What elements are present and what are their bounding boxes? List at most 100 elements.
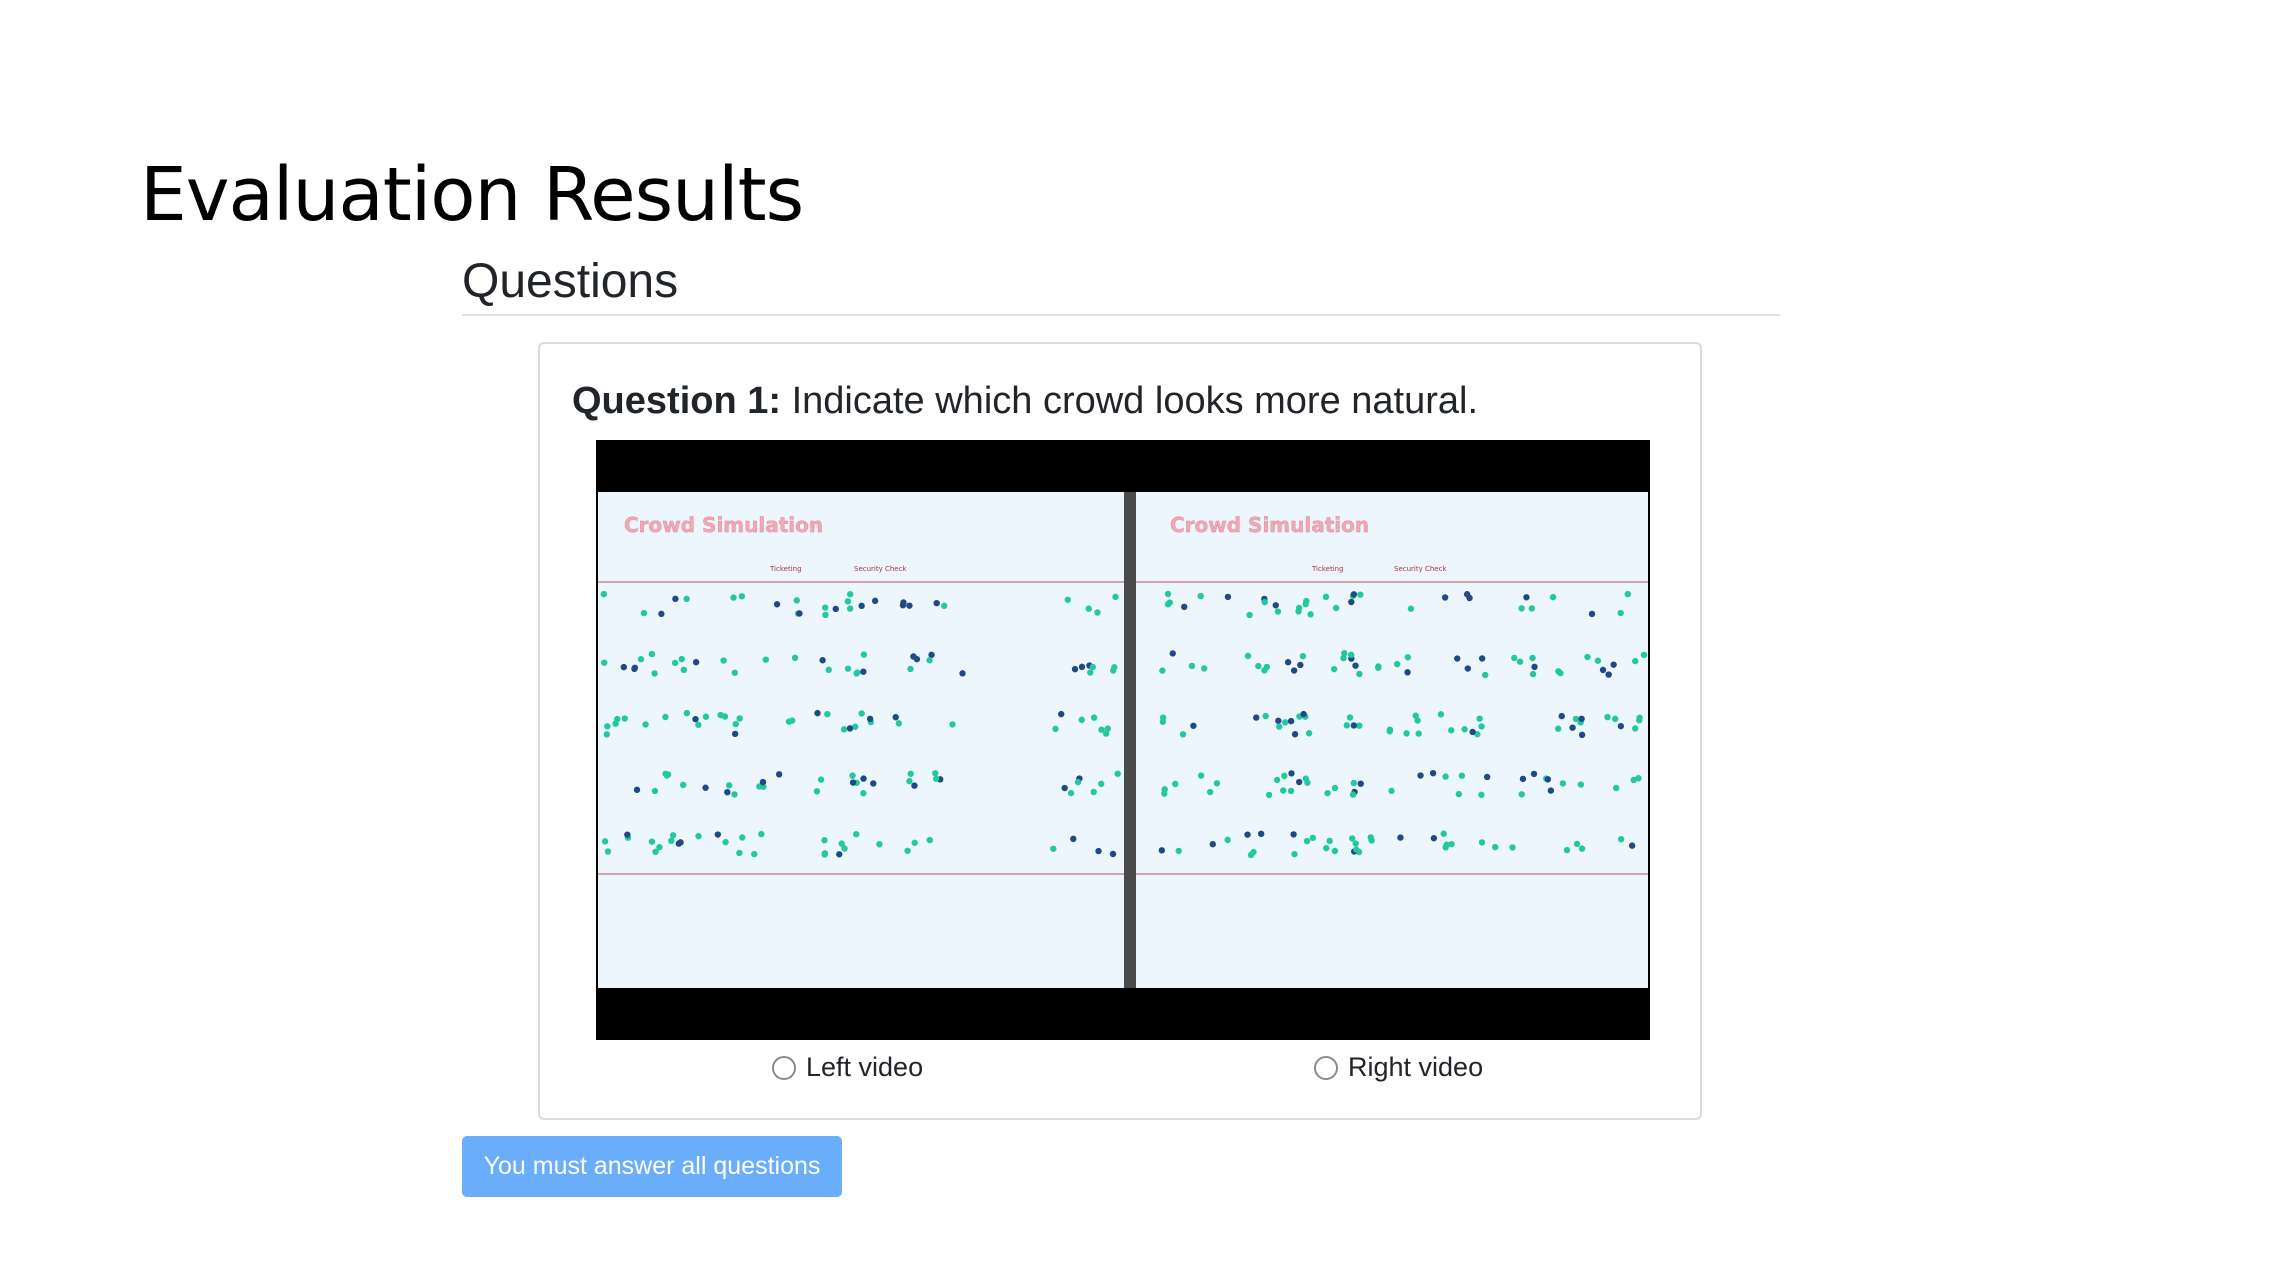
crowd-agent (1437, 711, 1445, 718)
option-label: Right video (1348, 1052, 1484, 1082)
crowd-agent (732, 720, 739, 728)
crowd-agent (731, 730, 739, 738)
crowd-agent (1331, 784, 1339, 792)
crowd-agent (1290, 667, 1298, 674)
crowd-agent (1263, 663, 1271, 671)
crowd-agent (1089, 663, 1096, 671)
crowd-agent (1478, 723, 1485, 730)
crowd-agent (1095, 847, 1102, 855)
crowd-agent (1085, 605, 1092, 612)
crowd-agent (1200, 665, 1208, 672)
crowd-agent (731, 669, 738, 676)
crowd-agent (1594, 657, 1602, 664)
crowd-agent (600, 590, 608, 598)
crowd-agent (672, 595, 679, 603)
crowd-agent (1509, 844, 1516, 851)
crowd-agent (1114, 770, 1121, 777)
right-video-radio[interactable] (1314, 1055, 1338, 1080)
crowd-agent (739, 834, 746, 841)
crowd-agent (1483, 773, 1491, 781)
crowd-agent (1617, 609, 1624, 617)
crowd-agent (662, 713, 669, 721)
crowd-agent (844, 598, 852, 605)
crowd-agent (1109, 850, 1117, 858)
crowd-agent (1563, 846, 1571, 854)
crowd-agent (926, 657, 933, 664)
crowd-agent (658, 610, 665, 618)
crowd-agent (631, 664, 639, 672)
crowd-agent (1287, 717, 1295, 725)
crowd-agent (1588, 610, 1596, 618)
crowd-agent (1078, 716, 1085, 724)
crowd-agent (1343, 722, 1350, 729)
crowd-agent (621, 715, 628, 722)
crowd-agent (1067, 789, 1075, 797)
crowd-agent (1636, 717, 1643, 724)
crowd-agent (876, 841, 883, 848)
crowd-agent (1529, 654, 1536, 662)
crowd-agent (1393, 660, 1401, 668)
crowd-agent (1429, 769, 1437, 777)
crowd-agent (679, 781, 687, 789)
crowd-agent (736, 849, 743, 857)
crowd-agent (1275, 717, 1282, 724)
crowd-agent (604, 848, 612, 855)
crowd-agent (1569, 724, 1576, 731)
crowd-agent (601, 838, 609, 845)
crowd-agent (846, 725, 854, 732)
crowd-agent (620, 663, 628, 671)
submit-button[interactable]: You must answer all questions (462, 1136, 842, 1197)
left-video-radio[interactable] (772, 1055, 796, 1080)
crowd-agent (849, 779, 857, 786)
crowd-agent (1275, 723, 1283, 730)
crowd-agent (860, 775, 867, 782)
crowd-agent (926, 836, 933, 844)
crowd-agent (1605, 671, 1612, 678)
page-title: Evaluation Results (140, 152, 804, 238)
crowd-agent (736, 715, 743, 722)
right-ticketing-label: Ticketing (1311, 565, 1344, 573)
option-right-video[interactable]: Right video (1314, 1052, 1483, 1083)
crowd-agent (633, 786, 641, 794)
crowd-agent (932, 775, 940, 782)
crowd-agent (692, 715, 699, 723)
crowd-agent (1257, 830, 1265, 838)
crowd-agent (1442, 844, 1449, 851)
crowd-agent (1213, 780, 1221, 787)
crowd-agent (846, 605, 854, 612)
crowd-agent (1224, 593, 1232, 601)
crowd-agent (932, 770, 939, 777)
right-crowd-simulation: Crowd Simulation Ticketing Security Chec… (1136, 513, 1648, 875)
crowd-agent (1061, 784, 1068, 792)
crowd-agent (1448, 727, 1455, 734)
crowd-agent (612, 720, 619, 727)
crowd-agent (791, 654, 799, 662)
crowd-agent (1206, 788, 1214, 796)
crowd-agent (1455, 790, 1463, 798)
crowd-agent (1492, 843, 1499, 851)
crowd-agent (860, 668, 867, 675)
crowd-agent (1352, 662, 1359, 669)
crowd-agent (821, 837, 828, 844)
crowd-agent (1544, 776, 1552, 783)
crowd-agent (1158, 847, 1166, 854)
option-left-video[interactable]: Left video (772, 1052, 923, 1083)
crowd-agent (1112, 593, 1119, 601)
crowd-agent (1175, 847, 1182, 855)
crowd-agent (1628, 842, 1636, 849)
crowd-agent (1454, 655, 1461, 662)
comparison-video[interactable]: Crowd Simulation Ticketing Security Chec… (596, 440, 1650, 1040)
crowd-agent (1281, 772, 1288, 780)
crowd-agent (1458, 772, 1466, 779)
crowd-agent (722, 838, 729, 846)
crowd-agent (725, 782, 733, 789)
crowd-agent (1577, 781, 1585, 788)
crowd-agent (1350, 591, 1358, 598)
crowd-agent (1404, 669, 1411, 676)
crowd-agent (1463, 591, 1471, 598)
crowd-agent (1640, 651, 1648, 659)
crowd-agent (1631, 725, 1639, 732)
left-frame-title: Crowd Simulation (624, 513, 823, 537)
crowd-agent (702, 784, 709, 791)
crowd-agent (1348, 598, 1355, 606)
